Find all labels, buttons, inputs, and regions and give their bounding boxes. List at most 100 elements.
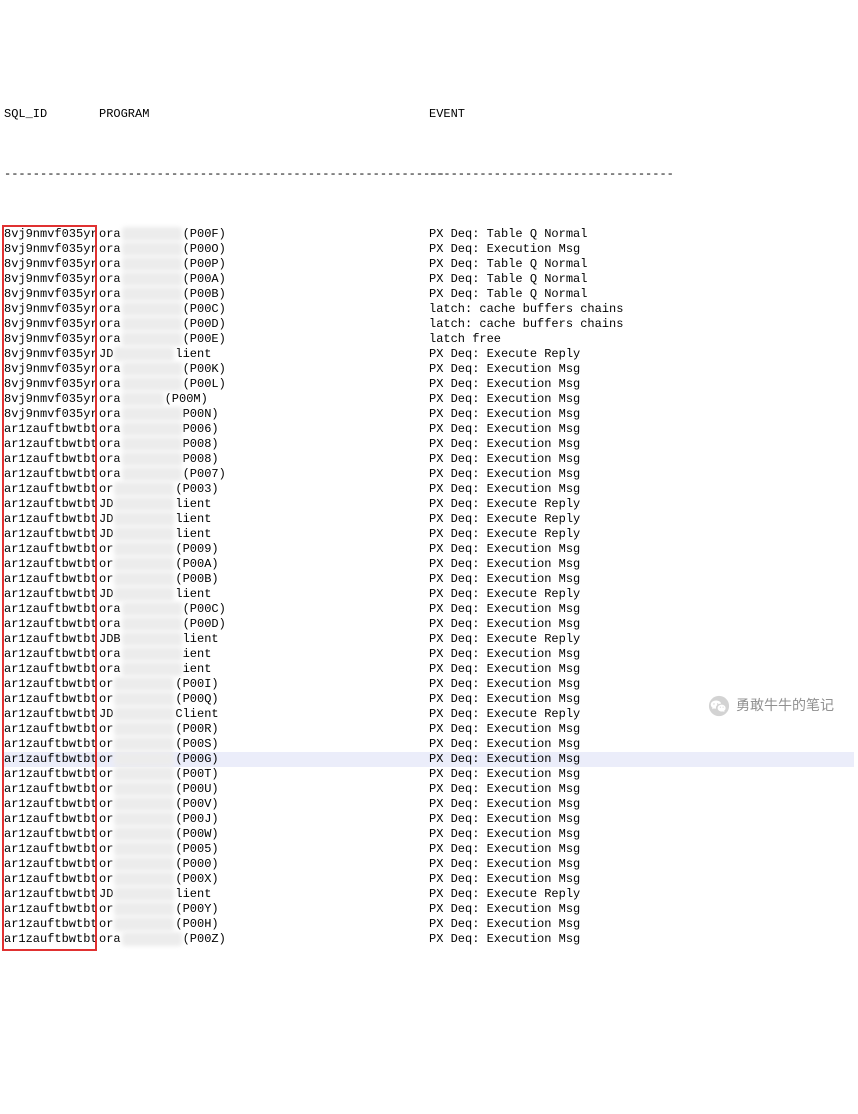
program-suffix: (P00P)	[183, 257, 243, 272]
table-row[interactable]: ar1zauftbwtbtor(P009)PX Deq: Execution M…	[4, 542, 854, 557]
cell-program: ora(P00Z)	[99, 932, 429, 947]
cell-event: PX Deq: Execution Msg	[429, 857, 854, 872]
program-prefix: ora	[99, 932, 121, 947]
table-row[interactable]: 8vj9nmvf035yrora(P00M)PX Deq: Execution …	[4, 392, 854, 407]
cell-sql-id: 8vj9nmvf035yr	[4, 257, 99, 272]
redacted-blur	[114, 782, 174, 796]
cell-event: PX Deq: Execution Msg	[429, 572, 854, 587]
table-row[interactable]: ar1zauftbwtbtor(P00W)PX Deq: Execution M…	[4, 827, 854, 842]
table-row[interactable]: ar1zauftbwtbtor(P00S)PX Deq: Execution M…	[4, 737, 854, 752]
cell-event: PX Deq: Execution Msg	[429, 737, 854, 752]
cell-sql-id: ar1zauftbwtbt	[4, 797, 99, 812]
table-row[interactable]: 8vj9nmvf035yrJDlientPX Deq: Execute Repl…	[4, 347, 854, 362]
program-prefix: or	[99, 857, 113, 872]
cell-event: PX Deq: Execution Msg	[429, 842, 854, 857]
cell-program: JDlient	[99, 497, 429, 512]
cell-sql-id: ar1zauftbwtbt	[4, 512, 99, 527]
cell-sql-id: ar1zauftbwtbt	[4, 527, 99, 542]
divider-event: ----------------------------------	[429, 167, 854, 182]
table-row[interactable]: 8vj9nmvf035yrora(P00L)PX Deq: Execution …	[4, 377, 854, 392]
table-row[interactable]: ar1zauftbwtbtJDlientPX Deq: Execute Repl…	[4, 512, 854, 527]
table-row[interactable]: 8vj9nmvf035yrora(P00A)PX Deq: Table Q No…	[4, 272, 854, 287]
table-row[interactable]: 8vj9nmvf035yrora(P00C)latch: cache buffe…	[4, 302, 854, 317]
program-suffix: (P003)	[175, 482, 235, 497]
table-row[interactable]: ar1zauftbwtbtor(P00J)PX Deq: Execution M…	[4, 812, 854, 827]
table-row[interactable]: ar1zauftbwtbtJDlientPX Deq: Execute Repl…	[4, 887, 854, 902]
table-row[interactable]: 8vj9nmvf035yroraP00N)PX Deq: Execution M…	[4, 407, 854, 422]
table-row[interactable]: 8vj9nmvf035yrora(P00B)PX Deq: Table Q No…	[4, 287, 854, 302]
table-row[interactable]: ar1zauftbwtbtoraientPX Deq: Execution Ms…	[4, 662, 854, 677]
cell-event: PX Deq: Table Q Normal	[429, 272, 854, 287]
table-row[interactable]: 8vj9nmvf035yrora(P00O)PX Deq: Execution …	[4, 242, 854, 257]
cell-event: PX Deq: Table Q Normal	[429, 257, 854, 272]
cell-program: JDClient	[99, 707, 429, 722]
redacted-blur	[114, 347, 174, 361]
table-row[interactable]: 8vj9nmvf035yrora(P00P)PX Deq: Table Q No…	[4, 257, 854, 272]
program-suffix: (P00F)	[183, 227, 243, 242]
program-suffix: (P005)	[175, 842, 235, 857]
program-prefix: ora	[99, 617, 121, 632]
cell-sql-id: ar1zauftbwtbt	[4, 857, 99, 872]
program-suffix: (P00G)	[175, 752, 235, 767]
cell-event: PX Deq: Execution Msg	[429, 437, 854, 452]
cell-program: or(P00X)	[99, 872, 429, 887]
table-row[interactable]: ar1zauftbwtbtor(P00Y)PX Deq: Execution M…	[4, 902, 854, 917]
cell-event: PX Deq: Table Q Normal	[429, 287, 854, 302]
table-row[interactable]: 8vj9nmvf035yrora(P00E)latch free	[4, 332, 854, 347]
header-sql-id: SQL_ID	[4, 107, 99, 122]
table-row[interactable]: ar1zauftbwtbtora(P00C)PX Deq: Execution …	[4, 602, 854, 617]
table-row[interactable]: ar1zauftbwtbtor(P005)PX Deq: Execution M…	[4, 842, 854, 857]
table-row[interactable]: ar1zauftbwtbtor(P003)PX Deq: Execution M…	[4, 482, 854, 497]
table-row[interactable]: ar1zauftbwtbtor(P00A)PX Deq: Execution M…	[4, 557, 854, 572]
table-row[interactable]: ar1zauftbwtbtor(P00B)PX Deq: Execution M…	[4, 572, 854, 587]
program-prefix: ora	[99, 602, 121, 617]
program-prefix: or	[99, 572, 113, 587]
table-row[interactable]: ar1zauftbwtbtora(P00D)PX Deq: Execution …	[4, 617, 854, 632]
table-row[interactable]: ar1zauftbwtbtor(P000)PX Deq: Execution M…	[4, 857, 854, 872]
table-row[interactable]: ar1zauftbwtbtor(P00U)PX Deq: Execution M…	[4, 782, 854, 797]
redacted-blur	[122, 302, 182, 316]
cell-program: oraP00N)	[99, 407, 429, 422]
program-suffix: Client	[175, 707, 235, 722]
table-row[interactable]: ar1zauftbwtbtora(P00Z)PX Deq: Execution …	[4, 932, 854, 947]
cell-program: oraient	[99, 647, 429, 662]
table-row[interactable]: ar1zauftbwtbtor(P00R)PX Deq: Execution M…	[4, 722, 854, 737]
table-row[interactable]: ar1zauftbwtbtJDBlientPX Deq: Execute Rep…	[4, 632, 854, 647]
program-suffix: (P00B)	[175, 572, 235, 587]
table-row[interactable]: 8vj9nmvf035yrora(P00F)PX Deq: Table Q No…	[4, 227, 854, 242]
program-suffix: (P00S)	[175, 737, 235, 752]
table-row[interactable]: ar1zauftbwtbtora(P007)PX Deq: Execution …	[4, 467, 854, 482]
cell-event: PX Deq: Execute Reply	[429, 347, 854, 362]
program-prefix: ora	[99, 287, 121, 302]
table-row[interactable]: ar1zauftbwtbtoraientPX Deq: Execution Ms…	[4, 647, 854, 662]
program-prefix: JDB	[99, 632, 121, 647]
table-row[interactable]: ar1zauftbwtbtJDlientPX Deq: Execute Repl…	[4, 497, 854, 512]
table-row[interactable]: ar1zauftbwtbtoraP006)PX Deq: Execution M…	[4, 422, 854, 437]
table-row[interactable]: ar1zauftbwtbtor(P00G)PX Deq: Execution M…	[4, 752, 854, 767]
redacted-blur	[114, 887, 174, 901]
cell-program: ora(P00B)	[99, 287, 429, 302]
cell-program: ora(P00L)	[99, 377, 429, 392]
redacted-blur	[122, 332, 182, 346]
program-prefix: or	[99, 737, 113, 752]
program-suffix: (P00U)	[175, 782, 235, 797]
table-row[interactable]: ar1zauftbwtbtoraP008)PX Deq: Execution M…	[4, 452, 854, 467]
table-row[interactable]: ar1zauftbwtbtor(P00I)PX Deq: Execution M…	[4, 677, 854, 692]
table-row[interactable]: ar1zauftbwtbtor(P00T)PX Deq: Execution M…	[4, 767, 854, 782]
program-suffix: lient	[183, 632, 243, 647]
cell-sql-id: 8vj9nmvf035yr	[4, 287, 99, 302]
program-prefix: or	[99, 482, 113, 497]
table-row[interactable]: ar1zauftbwtbtor(P00X)PX Deq: Execution M…	[4, 872, 854, 887]
table-row[interactable]: ar1zauftbwtbtor(P00H)PX Deq: Execution M…	[4, 917, 854, 932]
program-prefix: or	[99, 797, 113, 812]
terminal-output: SQL_ID PROGRAM EVENT ------------- -----…	[0, 60, 858, 979]
table-row[interactable]: ar1zauftbwtbtJDlientPX Deq: Execute Repl…	[4, 527, 854, 542]
table-row[interactable]: ar1zauftbwtbtoraP008)PX Deq: Execution M…	[4, 437, 854, 452]
table-row[interactable]: ar1zauftbwtbtor(P00V)PX Deq: Execution M…	[4, 797, 854, 812]
table-row[interactable]: 8vj9nmvf035yrora(P00K)PX Deq: Execution …	[4, 362, 854, 377]
table-row[interactable]: 8vj9nmvf035yrora(P00D)latch: cache buffe…	[4, 317, 854, 332]
table-row[interactable]: ar1zauftbwtbtJDlientPX Deq: Execute Repl…	[4, 587, 854, 602]
cell-sql-id: ar1zauftbwtbt	[4, 557, 99, 572]
cell-event: PX Deq: Execute Reply	[429, 527, 854, 542]
program-suffix: lient	[175, 347, 235, 362]
